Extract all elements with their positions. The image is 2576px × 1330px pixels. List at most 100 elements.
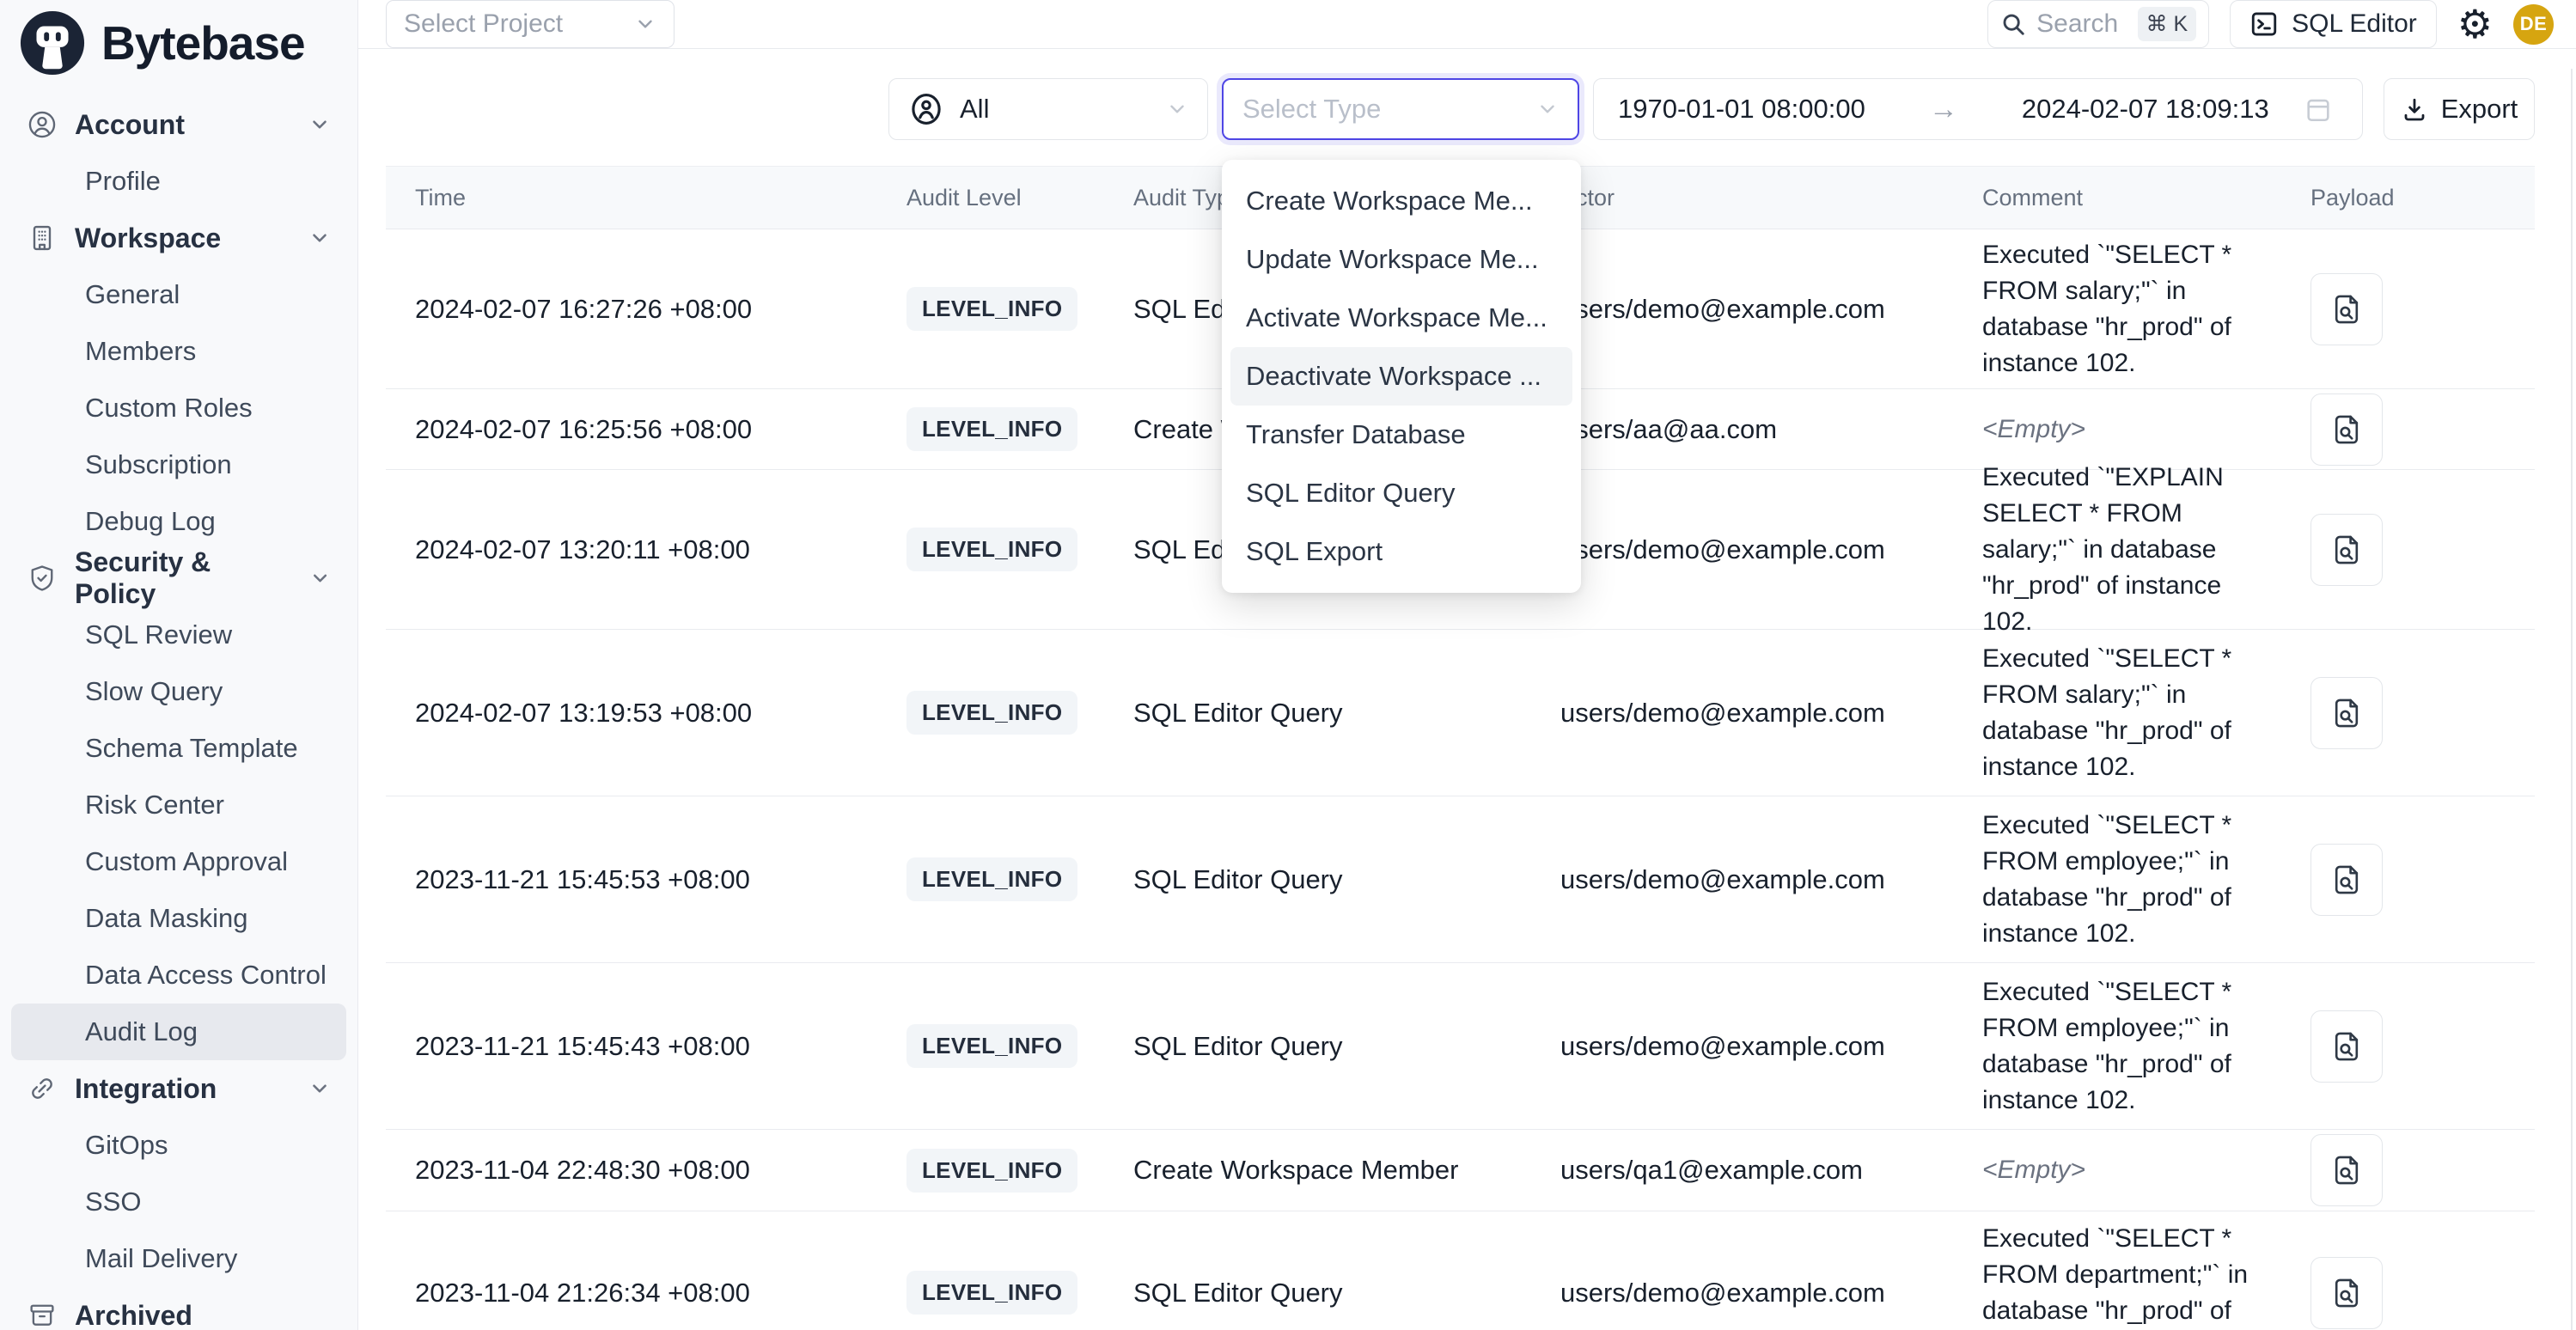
sidebar-item-mail-delivery[interactable]: Mail Delivery — [11, 1230, 346, 1287]
sidebar-item-label: Data Access Control — [85, 960, 327, 991]
sidebar-item-data-access-control[interactable]: Data Access Control — [11, 947, 346, 1004]
col-header-audit-level: Audit Level — [906, 185, 1133, 211]
export-button[interactable]: Export — [2384, 78, 2535, 140]
sidebar-item-debug-log[interactable]: Debug Log — [11, 493, 346, 550]
menu-item-activate-workspace-member[interactable]: Activate Workspace Me... — [1230, 289, 1572, 347]
sidebar-nav: Account Profile Workspace General Member… — [0, 86, 357, 1330]
type-filter-select[interactable]: Select Type — [1222, 78, 1579, 140]
building-icon — [27, 223, 58, 253]
payload-view-button[interactable] — [2310, 394, 2383, 466]
payload-view-button[interactable] — [2310, 1257, 2383, 1329]
sidebar-item-custom-approval[interactable]: Custom Approval — [11, 833, 346, 890]
sidebar-item-gitops[interactable]: GitOps — [11, 1117, 346, 1174]
project-select[interactable]: Select Project — [386, 0, 675, 48]
sidebar-item-label: Members — [85, 336, 196, 367]
cell-time: 2023-11-04 22:48:30 +08:00 — [386, 1155, 906, 1186]
cell-actor: users/demo@example.com — [1560, 698, 1982, 729]
col-header-comment: Comment — [1982, 185, 2310, 211]
menu-item-sql-editor-query[interactable]: SQL Editor Query — [1230, 464, 1572, 522]
sidebar-item-label: Risk Center — [85, 790, 224, 821]
bytebase-app: Bytebase Account Profile Workspace Gener… — [0, 0, 2576, 1330]
sidebar-item-label: Data Masking — [85, 903, 248, 934]
payload-view-button[interactable] — [2310, 1010, 2383, 1083]
sidebar-item-label: Schema Template — [85, 733, 298, 764]
payload-view-button[interactable] — [2310, 514, 2383, 586]
sidebar-item-custom-roles[interactable]: Custom Roles — [11, 380, 346, 436]
scrollbar-track[interactable] — [2571, 69, 2573, 1330]
chevron-down-icon — [308, 113, 331, 136]
payload-view-button[interactable] — [2310, 273, 2383, 345]
sidebar-item-subscription[interactable]: Subscription — [11, 436, 346, 493]
menu-item-transfer-database[interactable]: Transfer Database — [1230, 406, 1572, 464]
terminal-icon — [2249, 9, 2279, 39]
sidebar: Bytebase Account Profile Workspace Gener… — [0, 0, 358, 1330]
cell-comment-empty: <Empty> — [1982, 1156, 2085, 1184]
col-header-actor: Actor — [1560, 185, 1982, 211]
payload-view-button[interactable] — [2310, 844, 2383, 916]
col-header-time: Time — [386, 185, 906, 211]
sidebar-item-label: GitOps — [85, 1130, 168, 1161]
menu-item-sql-export[interactable]: SQL Export — [1230, 522, 1572, 581]
menu-item-create-workspace-member[interactable]: Create Workspace Me... — [1230, 172, 1572, 230]
sql-editor-button[interactable]: SQL Editor — [2230, 0, 2437, 48]
cell-time: 2023-11-21 15:45:43 +08:00 — [386, 1031, 906, 1062]
cell-time: 2024-02-07 16:27:26 +08:00 — [386, 294, 906, 325]
sidebar-item-general[interactable]: General — [11, 266, 346, 323]
download-icon — [2401, 95, 2428, 123]
search-input[interactable]: Search ⌘ K — [1987, 0, 2209, 48]
sidebar-item-account[interactable]: Account — [11, 96, 346, 153]
cell-time: 2024-02-07 13:19:53 +08:00 — [386, 698, 906, 729]
payload-view-button[interactable] — [2310, 1134, 2383, 1206]
actor-filter-select[interactable]: All — [888, 78, 1208, 140]
person-circle-icon — [908, 91, 944, 127]
chevron-down-icon — [1166, 98, 1188, 120]
table-row: 2023-11-04 22:48:30 +08:00 LEVEL_INFO Cr… — [386, 1130, 2535, 1211]
table-row: 2023-11-04 21:26:34 +08:00 LEVEL_INFO SQ… — [386, 1211, 2535, 1330]
sidebar-item-slow-query[interactable]: Slow Query — [11, 663, 346, 720]
gear-icon[interactable]: ⚙ — [2457, 4, 2493, 44]
sidebar-item-label: Workspace — [75, 223, 221, 254]
sidebar-item-label: Custom Approval — [85, 846, 288, 877]
sidebar-item-schema-template[interactable]: Schema Template — [11, 720, 346, 777]
table-row: 2023-11-21 15:45:43 +08:00 LEVEL_INFO SQ… — [386, 963, 2535, 1130]
sidebar-item-integration[interactable]: Integration — [11, 1060, 346, 1117]
audit-level-badge: LEVEL_INFO — [906, 287, 1077, 331]
col-header-payload: Payload — [2310, 185, 2535, 211]
sidebar-item-sql-review[interactable]: SQL Review — [11, 607, 346, 663]
cell-audit-type: SQL Editor Query — [1133, 1278, 1560, 1309]
cell-time: 2024-02-07 16:25:56 +08:00 — [386, 414, 906, 445]
chevron-down-icon — [308, 1077, 331, 1100]
sidebar-item-archived[interactable]: Archived — [11, 1287, 346, 1330]
sidebar-item-label: Integration — [75, 1073, 217, 1105]
sidebar-item-risk-center[interactable]: Risk Center — [11, 777, 346, 833]
date-to: 2024-02-07 18:09:13 — [2022, 94, 2269, 125]
sidebar-item-label: Account — [75, 109, 185, 141]
sidebar-item-data-masking[interactable]: Data Masking — [11, 890, 346, 947]
file-search-icon — [2329, 532, 2365, 568]
search-icon — [2000, 11, 2026, 37]
sidebar-item-workspace[interactable]: Workspace — [11, 210, 346, 266]
sidebar-item-profile[interactable]: Profile — [11, 153, 346, 210]
payload-view-button[interactable] — [2310, 677, 2383, 749]
avatar[interactable]: DE — [2513, 4, 2554, 45]
date-range-picker[interactable]: 1970-01-01 08:00:00 → 2024-02-07 18:09:1… — [1593, 78, 2363, 140]
sidebar-item-security-policy[interactable]: Security & Policy — [11, 550, 346, 607]
audit-level-badge: LEVEL_INFO — [906, 528, 1077, 571]
search-shortcut-badge: ⌘ K — [2138, 7, 2197, 41]
shield-check-icon — [27, 563, 58, 594]
cell-comment: Executed `"SELECT * FROM salary;"` in da… — [1982, 641, 2310, 785]
sidebar-item-members[interactable]: Members — [11, 323, 346, 380]
menu-item-update-workspace-member[interactable]: Update Workspace Me... — [1230, 230, 1572, 289]
menu-item-deactivate-workspace-member[interactable]: Deactivate Workspace ... — [1230, 347, 1572, 406]
file-search-icon — [2329, 1275, 2365, 1311]
sidebar-item-label: Mail Delivery — [85, 1243, 237, 1274]
sidebar-item-audit-log[interactable]: Audit Log — [11, 1004, 346, 1060]
type-filter-placeholder: Select Type — [1242, 94, 1381, 125]
file-search-icon — [2329, 1152, 2365, 1188]
sidebar-item-label: Security & Policy — [75, 546, 292, 610]
sidebar-item-label: Slow Query — [85, 676, 223, 707]
sidebar-item-label: SSO — [85, 1187, 141, 1217]
cell-comment-empty: <Empty> — [1982, 415, 2085, 443]
brand-logo[interactable]: Bytebase — [0, 0, 357, 86]
sidebar-item-sso[interactable]: SSO — [11, 1174, 346, 1230]
